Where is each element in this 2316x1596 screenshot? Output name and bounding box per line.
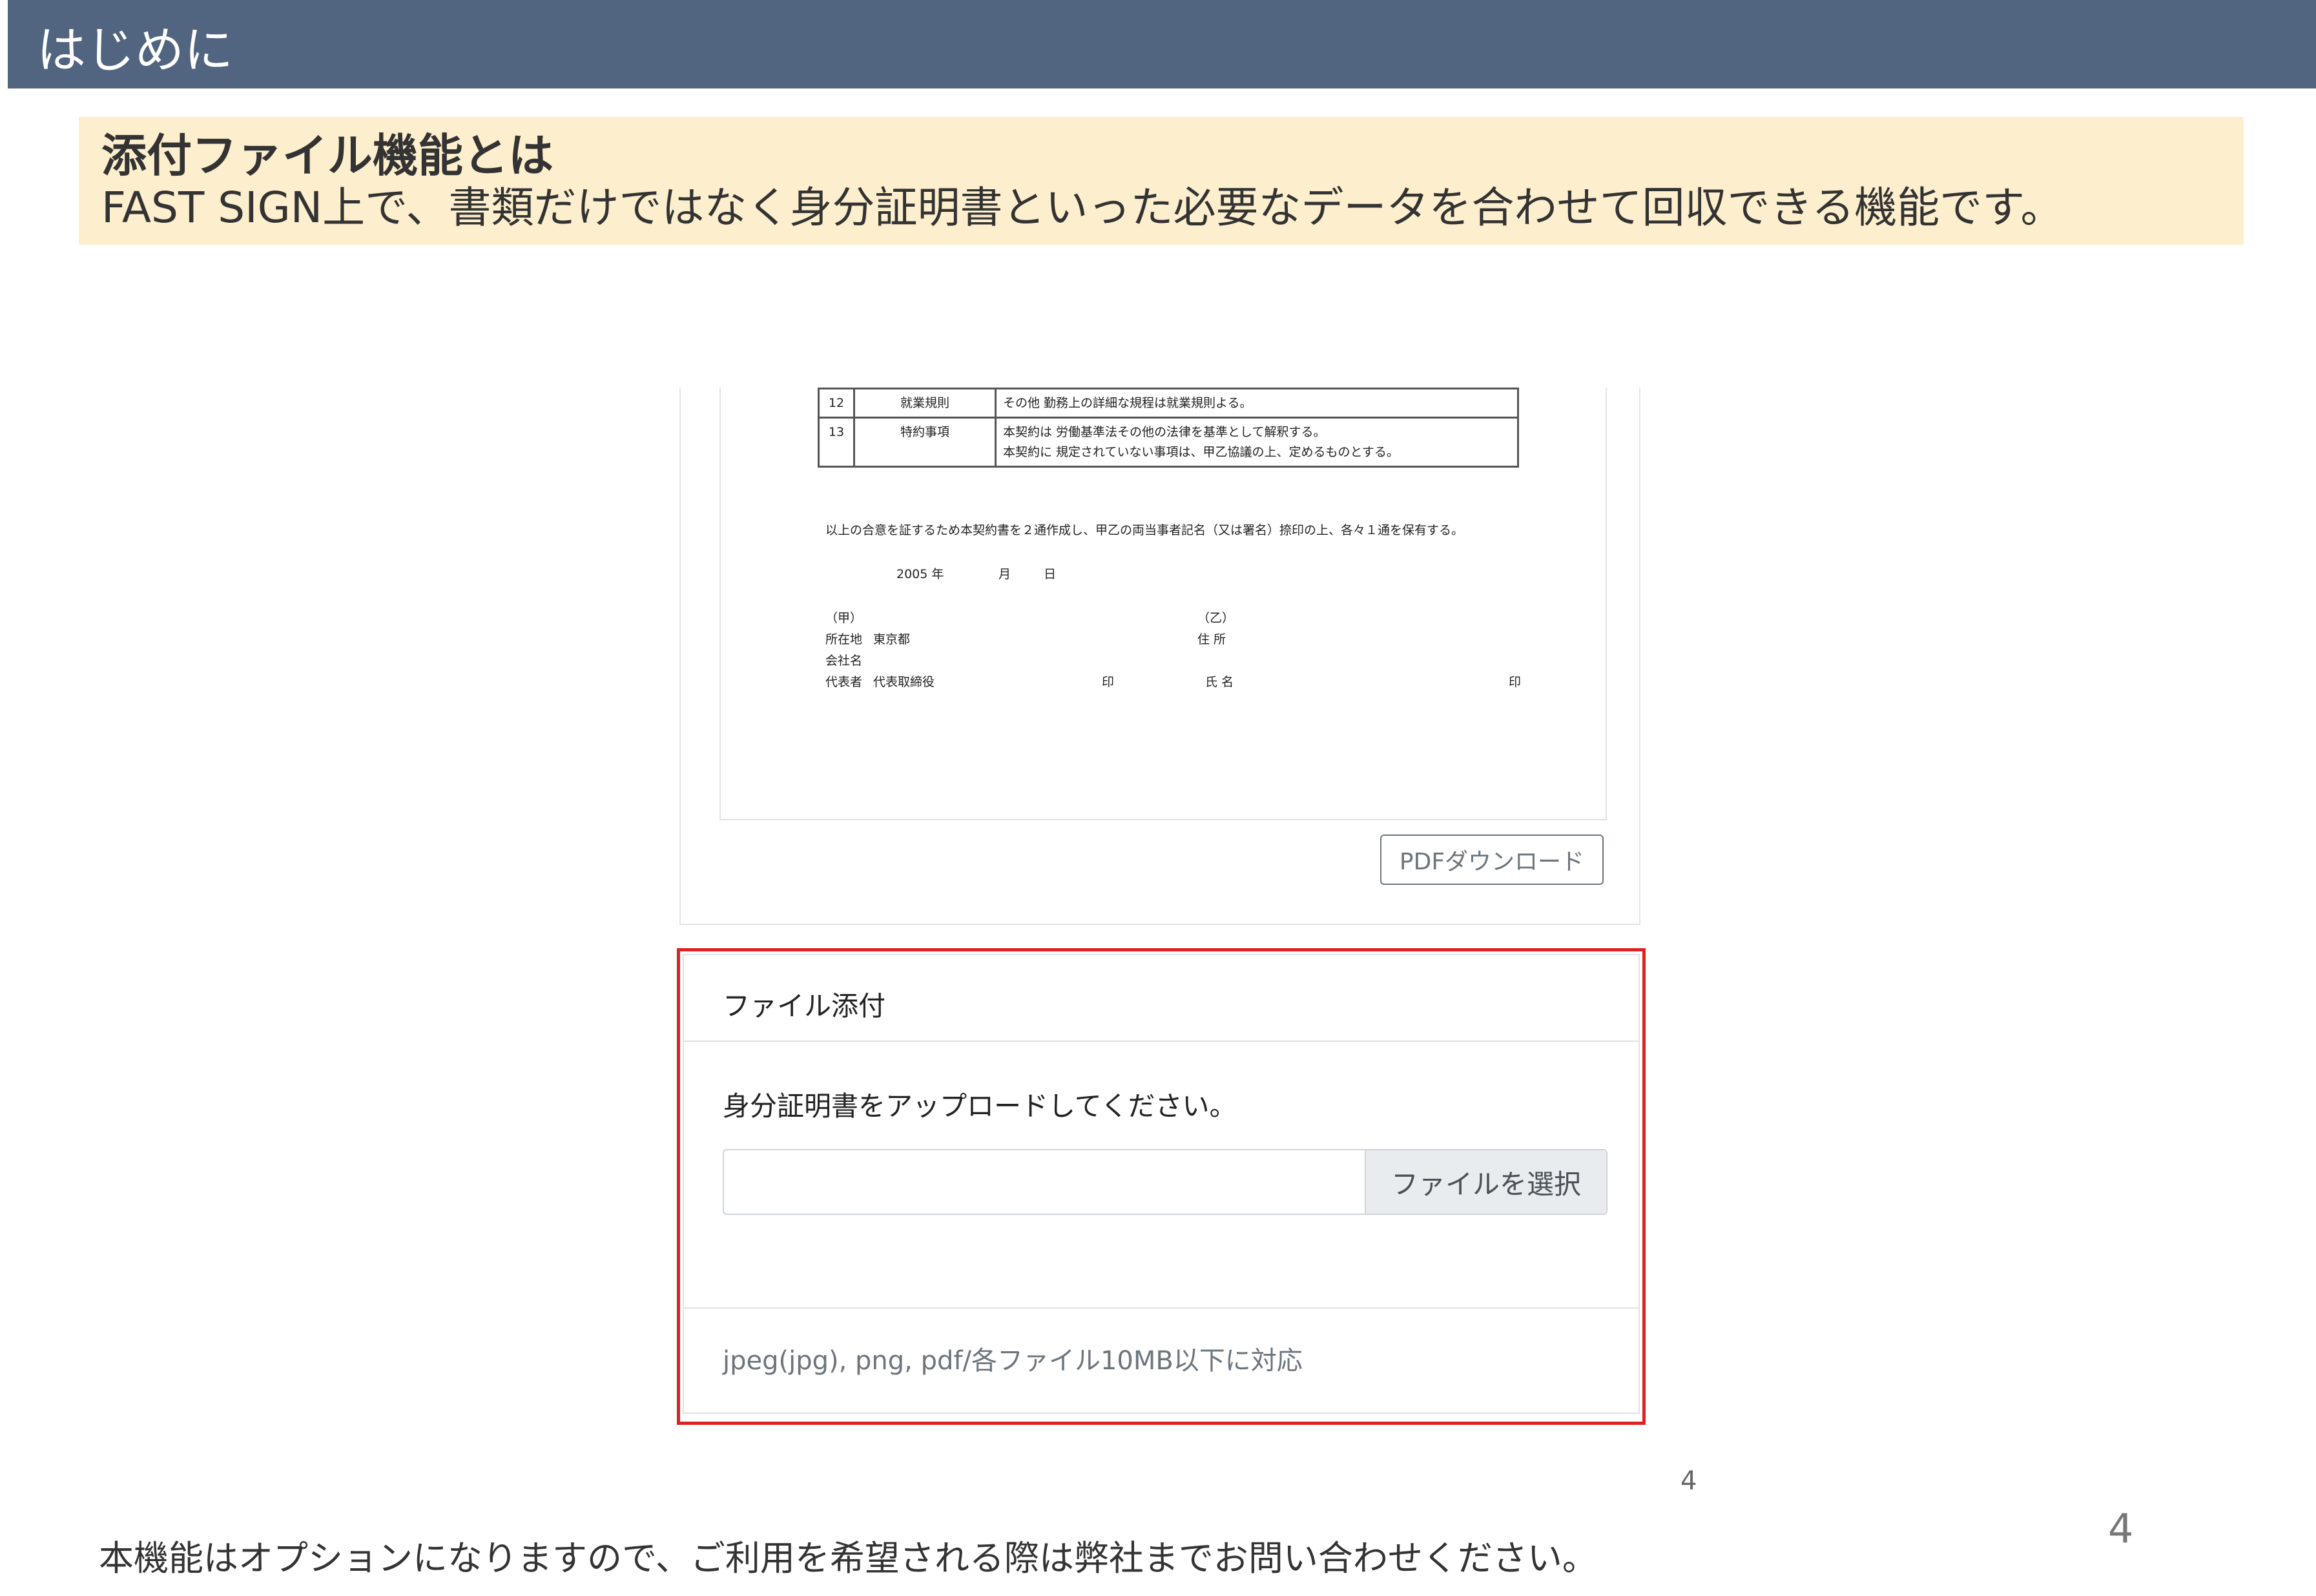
- document-card: 12 就業規則 その他 勤務上の詳細な規程は就業規則よる。 13 特約事項 本契…: [679, 387, 1640, 925]
- app-screenshot: 12 就業規則 その他 勤務上の詳細な規程は就業規則よる。 13 特約事項 本契…: [677, 387, 1646, 1440]
- document-viewer[interactable]: 12 就業規則 その他 勤務上の詳細な規程は就業規則よる。 13 特約事項 本契…: [719, 387, 1607, 820]
- clause-text: 本契約は 労働基準法その他の法律を基準として解釈する。: [1003, 425, 1326, 440]
- divider: [684, 1041, 1639, 1042]
- file-attach-card: ファイル添付 身分証明書をアップロードしてください。 ファイルを選択 jpeg(…: [683, 954, 1640, 1414]
- date-day: 日: [1044, 567, 1057, 581]
- party-b-seal: 印: [1509, 675, 1522, 689]
- party-a-rep-title: 代表取締役: [873, 675, 935, 689]
- party-a-seal: 印: [1102, 675, 1115, 689]
- file-attach-panel: ファイル添付 身分証明書をアップロードしてください。 ファイルを選択 jpeg(…: [677, 948, 1646, 1425]
- clause-number: 12: [818, 387, 855, 419]
- file-format-note: jpeg(jpg), png, pdf/各ファイル10MB以下に対応: [723, 1346, 1303, 1376]
- file-input[interactable]: ファイルを選択: [723, 1149, 1608, 1215]
- table-row: 13 特約事項 本契約は 労働基準法その他の法律を基準として解釈する。 本契約に…: [818, 417, 1519, 468]
- clause-label: 就業規則: [853, 387, 997, 419]
- party-a-company-label: 会社名: [825, 654, 863, 668]
- date-month: 月: [998, 567, 1011, 581]
- clause-text: その他 勤務上の詳細な規程は就業規則よる。: [995, 387, 1519, 419]
- party-a-address-label: 所在地: [825, 632, 863, 647]
- clause-table: 12 就業規則 その他 勤務上の詳細な規程は就業規則よる。 13 特約事項 本契…: [818, 387, 1519, 468]
- clause-text-2: 本契約に 規定されていない事項は、甲乙協議の上、定めるものとする。: [1003, 444, 1399, 459]
- header-bar: はじめに: [8, 0, 2316, 88]
- footer-note: 本機能はオプションになりますので、ご利用を希望される際は弊社までお問い合わせくだ…: [99, 1538, 1597, 1579]
- party-b-label: （乙）: [1197, 611, 1235, 625]
- clause-number: 13: [818, 417, 855, 468]
- party-a-rep-label: 代表者: [825, 675, 863, 689]
- date-year: 2005 年: [896, 567, 944, 581]
- file-select-button[interactable]: ファイルを選択: [1365, 1150, 1606, 1214]
- callout-description: FAST SIGN上で、書類だけではなく身分証明書といった必要なデータを合わせて…: [101, 183, 2063, 233]
- divider: [684, 1307, 1639, 1309]
- party-b-name-label: 氏 名: [1205, 675, 1234, 689]
- upload-instruction: 身分証明書をアップロードしてください。: [723, 1090, 1237, 1122]
- agreement-text: 以上の合意を証するため本契約書を２通作成し、甲乙の両当事者記名（又は署名）捺印の…: [825, 523, 1464, 537]
- callout-box: 添付ファイル機能とは FAST SIGN上で、書類だけではなく身分証明書といった…: [79, 117, 2244, 245]
- slide-title: はじめに: [37, 21, 233, 79]
- clause-text-cell: 本契約は 労働基準法その他の法律を基準として解釈する。 本契約に 規定されていな…: [995, 417, 1519, 468]
- party-b-address-label: 住 所: [1197, 632, 1226, 647]
- file-attach-header: ファイル添付: [723, 990, 886, 1022]
- table-row: 12 就業規則 その他 勤務上の詳細な規程は就業規則よる。: [818, 387, 1519, 419]
- clause-label: 特約事項: [853, 417, 997, 468]
- party-a-address: 東京都: [873, 632, 911, 647]
- inner-page-number: 4: [1680, 1466, 1697, 1496]
- callout-title: 添付ファイル機能とは: [101, 129, 553, 182]
- pdf-download-button[interactable]: PDFダウンロード: [1380, 834, 1604, 885]
- page-number: 4: [2108, 1505, 2134, 1552]
- party-a-label: （甲）: [825, 611, 863, 625]
